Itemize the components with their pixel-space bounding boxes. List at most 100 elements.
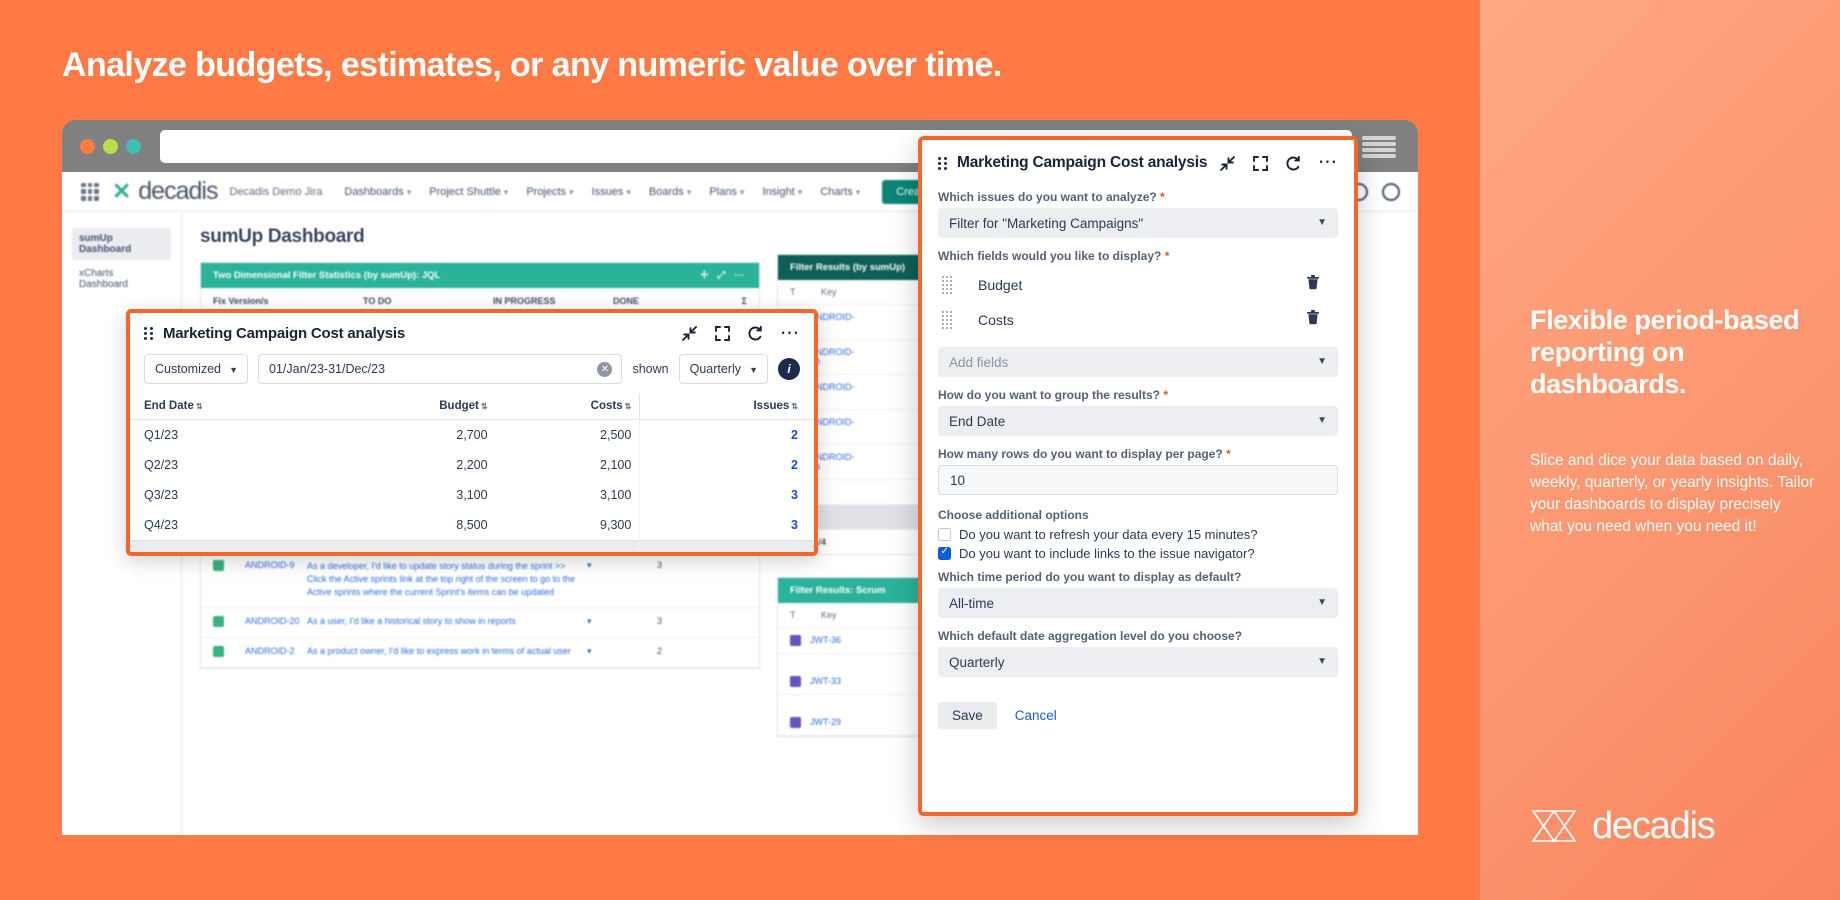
nav-item-plans[interactable]: Plans ▾ [709, 186, 744, 198]
checkbox-row-refresh[interactable]: Do you want to refresh your data every 1… [938, 527, 1338, 542]
chevron-down-icon: ▼ [229, 365, 238, 375]
decadis-wordmark: decadis [1592, 804, 1716, 847]
cell-summary[interactable]: As a developer, I'd like to update story… [307, 560, 587, 599]
cell-key[interactable]: JWT-36 [810, 635, 858, 645]
links-checkbox[interactable] [938, 546, 951, 560]
date-aggregation-value: Quarterly [949, 654, 1005, 670]
sidebar-item-sumup-dashboard[interactable]: sumUp Dashboard [72, 228, 171, 260]
chevron-down-icon: ▾ [587, 560, 592, 570]
chevron-down-icon: ▾ [406, 186, 412, 197]
close-dot-icon[interactable] [80, 139, 95, 154]
rows-per-page-input[interactable]: 10 [938, 465, 1338, 495]
collapse-icon[interactable] [681, 325, 698, 342]
nav-item-insight[interactable]: Insight ▾ [762, 186, 802, 198]
drag-handle-icon[interactable] [144, 327, 153, 340]
minimize-dot-icon[interactable] [103, 139, 118, 154]
cell-key[interactable]: JWT-29 [810, 717, 858, 727]
cell-story-points: 2 [657, 646, 663, 657]
nav-item-project-shuttle[interactable]: Project Shuttle ▾ [429, 186, 508, 198]
cell-budget: 8,500 [456, 518, 488, 532]
cell-issues[interactable]: 2 [639, 450, 814, 480]
col-sigma: Σ [741, 296, 747, 306]
cell-end-date: Q4/23 [144, 518, 179, 532]
decadis-brand-logo[interactable]: ✕ decadis [112, 177, 218, 206]
nav-item-dashboards[interactable]: Dashboards ▾ [344, 186, 411, 198]
sidebar-item-xcharts-dashboard[interactable]: xCharts Dashboard [72, 263, 171, 295]
cell-key[interactable]: JWT-33 [810, 676, 858, 686]
cell-budget: 2,200 [456, 458, 488, 472]
required-marker: * [1164, 249, 1170, 263]
cost-analysis-table: End Date ⇅ Budget ⇅ Costs ⇅ Issues ⇅ Q1/23 2… [130, 394, 814, 552]
table-header-row: End Date ⇅ Budget ⇅ Costs ⇅ Issues ⇅ [130, 394, 814, 420]
refresh-checkbox[interactable] [938, 528, 951, 541]
group-by-select[interactable]: End Date ▼ [938, 406, 1338, 436]
widget-configuration-dialog[interactable]: Marketing Campaign Cost analysis ⋯ Which… [918, 136, 1358, 816]
field-row-budget: Budget [938, 267, 1338, 302]
cancel-button[interactable]: Cancel [1015, 708, 1057, 723]
period-preset-select[interactable]: Customized ▼ [144, 354, 248, 384]
trash-icon[interactable] [1306, 274, 1320, 295]
trash-icon[interactable] [1306, 309, 1320, 330]
nav-item-charts[interactable]: Charts ▾ [820, 186, 860, 198]
collapse-icon[interactable] [1219, 155, 1236, 172]
widget-tools: ⋯ [681, 324, 800, 343]
drag-handle-icon[interactable] [938, 156, 947, 170]
fullscreen-icon[interactable] [1252, 155, 1269, 172]
cell-total-issues[interactable]: 10 [639, 540, 814, 552]
save-button[interactable]: Save [938, 702, 997, 729]
info-icon[interactable]: i [778, 358, 800, 380]
clear-icon[interactable]: ✕ [597, 362, 613, 377]
col-issues[interactable]: Issues ⇅ [639, 394, 814, 420]
checkbox-row-links[interactable]: Do you want to include links to the issu… [938, 546, 1338, 561]
issues-filter-select[interactable]: Filter for "Marketing Campaigns" ▼ [938, 208, 1338, 238]
col-end-date[interactable]: End Date ⇅ [130, 394, 334, 420]
drag-handle-icon[interactable] [942, 310, 952, 329]
drag-handle-icon[interactable] [942, 275, 952, 294]
date-range-input[interactable]: 01/Jan/23-31/Dec/23 ✕ [258, 354, 623, 384]
col-inprogress: IN PROGRESS [493, 296, 556, 306]
chevron-down-icon: ▾ [503, 186, 509, 197]
hamburger-icon[interactable] [1362, 136, 1396, 158]
task-icon [790, 717, 801, 728]
more-options-icon[interactable]: ⋯ [780, 324, 800, 343]
time-period-select[interactable]: All-time ▼ [938, 588, 1338, 618]
nav-item-boards[interactable]: Boards ▾ [649, 186, 691, 198]
cell-key[interactable]: ANDROID-20 [245, 616, 307, 629]
cell-key[interactable]: ANDROID-2 [245, 646, 307, 659]
cell-summary[interactable]: As a product owner, I'd like to express … [307, 646, 587, 659]
aggregation-select[interactable]: Quarterly ▼ [678, 354, 768, 384]
col-budget[interactable]: Budget ⇅ [333, 394, 496, 420]
date-aggregation-select[interactable]: Quarterly ▼ [938, 647, 1338, 677]
shown-label: shown [632, 362, 669, 376]
sort-icon: ⇅ [480, 402, 488, 411]
marketing-campaign-cost-analysis-widget[interactable]: Marketing Campaign Cost analysis ⋯ Custo… [126, 309, 818, 556]
promo-headline: Flexible period-based reporting on dashb… [1530, 305, 1800, 399]
nav-item-issues[interactable]: Issues ▾ [592, 186, 631, 198]
chevron-down-icon: ▾ [739, 186, 745, 197]
promo-body: Slice and dice your data based on daily,… [1530, 452, 1815, 536]
label-time-period: Which time period do you want to display… [938, 570, 1338, 584]
chevron-down-icon: ▼ [749, 365, 758, 375]
chevron-down-icon: ▼ [1317, 415, 1327, 426]
cell-key[interactable]: ANDROID-9 [245, 560, 307, 599]
cell-issues[interactable]: 2 [639, 419, 814, 450]
table-row: ANDROID-9 As a developer, I'd like to up… [201, 552, 759, 609]
cell-summary[interactable]: As a user, I'd like a historical story t… [307, 616, 587, 629]
refresh-icon[interactable] [1285, 155, 1302, 172]
col-costs[interactable]: Costs ⇅ [495, 394, 640, 420]
cell-budget: 2,700 [456, 428, 488, 442]
app-switcher-icon[interactable] [78, 180, 102, 204]
fullscreen-icon[interactable] [714, 325, 731, 342]
cell-issues[interactable]: 3 [639, 510, 814, 541]
nav-item-projects[interactable]: Projects ▾ [526, 186, 573, 198]
gadget-tools-icon[interactable]: ✛ ⤢ ⋯ [700, 270, 747, 281]
add-fields-select[interactable]: Add fields ▼ [938, 347, 1338, 377]
nav-label: Insight [762, 185, 795, 198]
dialog-actions: Save Cancel [922, 688, 1354, 729]
page-title: Analyze budgets, estimates, or any numer… [62, 46, 1002, 84]
refresh-icon[interactable] [747, 325, 764, 342]
more-options-icon[interactable]: ⋯ [1318, 153, 1338, 172]
maximize-dot-icon[interactable] [126, 139, 141, 154]
cell-issues[interactable]: 3 [639, 480, 814, 510]
avatar[interactable] [1382, 182, 1400, 201]
